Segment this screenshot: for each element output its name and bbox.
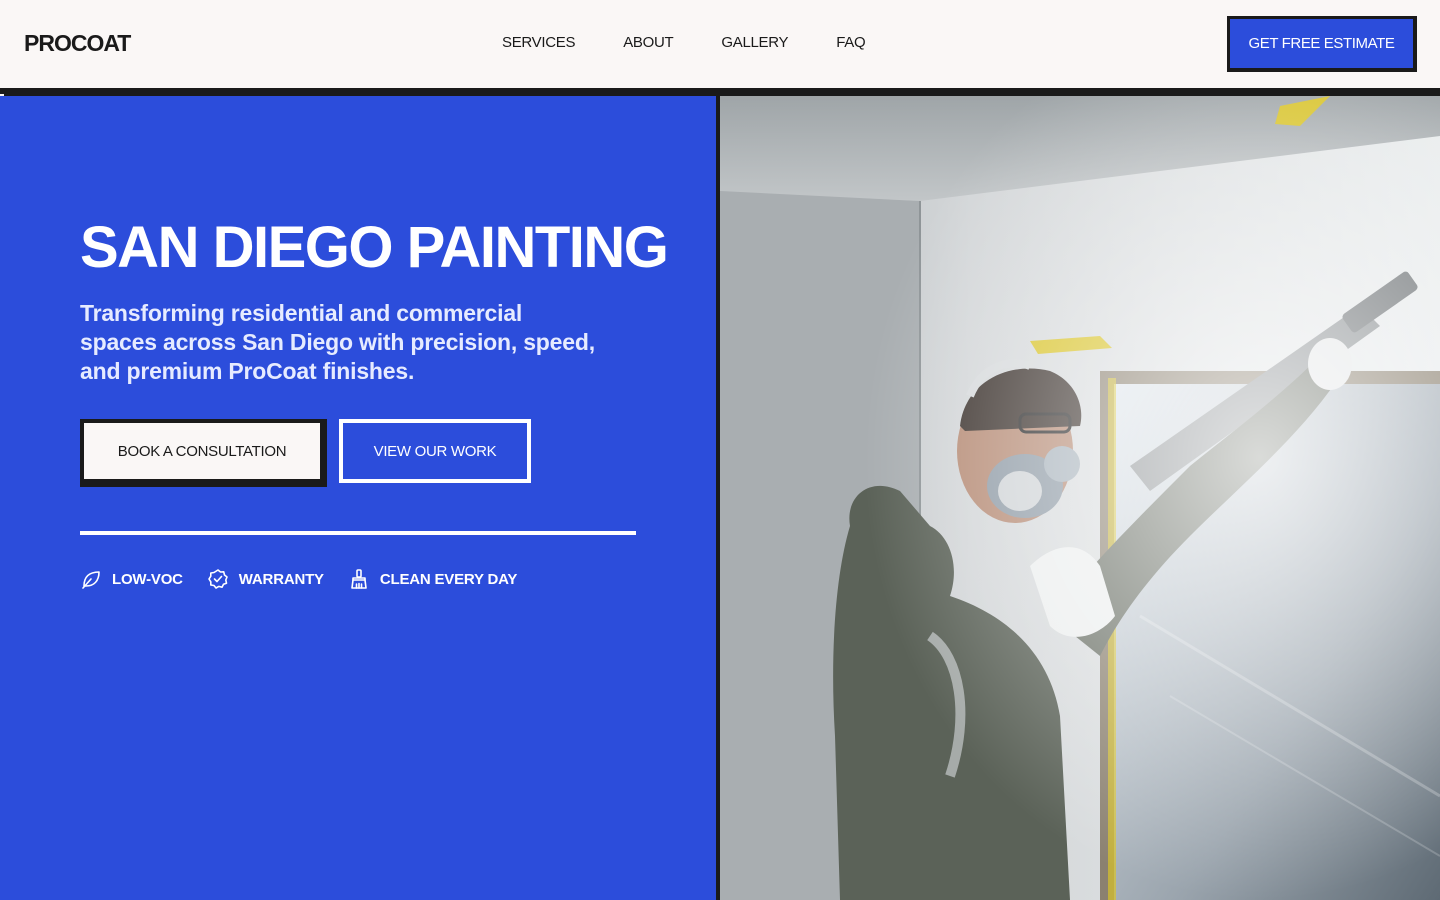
main-nav: SERVICES ABOUT GALLERY FAQ [502, 34, 866, 51]
feature-label: WARRANTY [238, 570, 324, 588]
estimate-button-shadow: GET FREE ESTIMATE [1227, 16, 1417, 72]
leaf-icon [80, 568, 102, 590]
feature-warranty: WARRANTY [207, 568, 324, 590]
nav-services[interactable]: SERVICES [502, 34, 575, 51]
painter-spraying-icon [720, 96, 1440, 900]
header-divider [0, 88, 1440, 96]
hero-title: SAN DIEGO PAINTING [80, 215, 669, 280]
feature-label: LOW-VOC [112, 570, 183, 588]
nav-about[interactable]: ABOUT [623, 34, 673, 51]
hero-photo [720, 96, 1440, 900]
site-header: PROCOAT SERVICES ABOUT GALLERY FAQ GET F… [0, 0, 1440, 88]
hero-subtitle: Transforming residential and commercial … [80, 300, 595, 384]
book-consultation-button[interactable]: BOOK A CONSULTATION [84, 423, 320, 479]
brush-icon [348, 568, 370, 590]
nav-faq[interactable]: FAQ [836, 34, 865, 51]
hero-divider-rule [80, 531, 636, 535]
logo[interactable]: PROCOAT [24, 30, 131, 57]
feature-label: CLEAN EVERY DAY [379, 570, 518, 588]
badge-check-icon [207, 568, 229, 590]
nav-gallery[interactable]: GALLERY [721, 34, 788, 51]
get-free-estimate-button[interactable]: GET FREE ESTIMATE [1230, 19, 1413, 68]
feature-list: LOW-VOC WARRANTY CLEAN EVERY DAY [80, 568, 541, 590]
feature-clean-every-day: CLEAN EVERY DAY [348, 568, 517, 590]
feature-low-voc: LOW-VOC [80, 568, 183, 590]
view-our-work-button[interactable]: VIEW OUR WORK [339, 419, 531, 483]
